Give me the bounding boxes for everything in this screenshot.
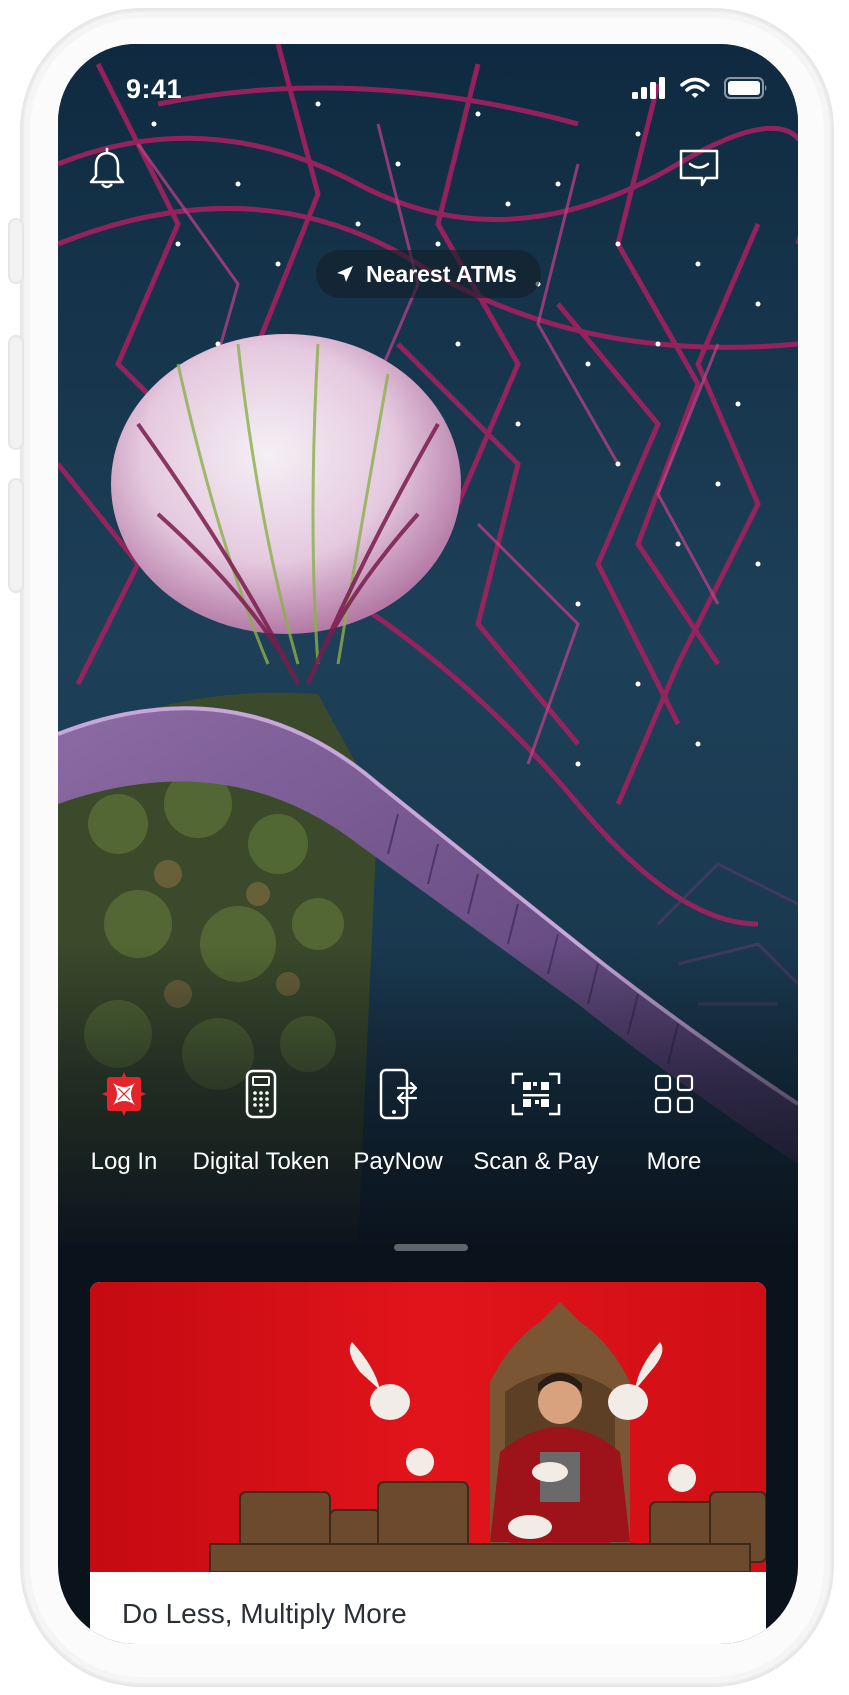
drawer-drag-handle[interactable] <box>394 1244 468 1251</box>
nearest-atms-label: Nearest ATMs <box>366 260 517 287</box>
wifi-icon <box>680 77 710 98</box>
digital-token-label: Digital Token <box>192 1148 330 1175</box>
digital-token-icon <box>245 1069 277 1119</box>
promo-card[interactable]: Do Less, Multiply More <box>90 1282 766 1644</box>
nearest-atms-button[interactable]: Nearest ATMs <box>316 250 541 298</box>
grid-icon <box>654 1074 694 1114</box>
chat-message-icon[interactable] <box>676 146 722 197</box>
promo-banner-image <box>90 1282 766 1573</box>
paynow-icon <box>379 1068 418 1120</box>
notification-bell-icon[interactable] <box>84 146 130 197</box>
volume-down-button <box>8 478 24 593</box>
paynow-action[interactable]: PayNow <box>318 1064 478 1176</box>
status-time: 9:41 <box>126 74 183 104</box>
quick-actions-bar: Log In Digital Token PayNow Scan & Pay M… <box>58 1064 798 1204</box>
dbs-logo-icon <box>102 1072 146 1116</box>
paynow-label: PayNow <box>353 1148 443 1175</box>
cellular-signal-icon <box>632 77 665 99</box>
qr-scan-icon <box>511 1072 561 1116</box>
scan-pay-action[interactable]: Scan & Pay <box>456 1064 616 1176</box>
promo-title: Do Less, Multiply More <box>122 1598 407 1629</box>
digital-token-action[interactable]: Digital Token <box>181 1064 341 1176</box>
status-icons <box>632 77 768 99</box>
more-action[interactable]: More <box>594 1064 754 1176</box>
location-arrow-icon <box>337 266 353 282</box>
more-label: More <box>646 1148 702 1175</box>
mute-switch <box>8 218 24 284</box>
volume-up-button <box>8 335 24 450</box>
app-screen: 9:41 Nearest ATMs Log In Digital Token P… <box>58 44 798 1644</box>
scan-pay-label: Scan & Pay <box>473 1148 599 1175</box>
battery-icon <box>724 77 767 99</box>
